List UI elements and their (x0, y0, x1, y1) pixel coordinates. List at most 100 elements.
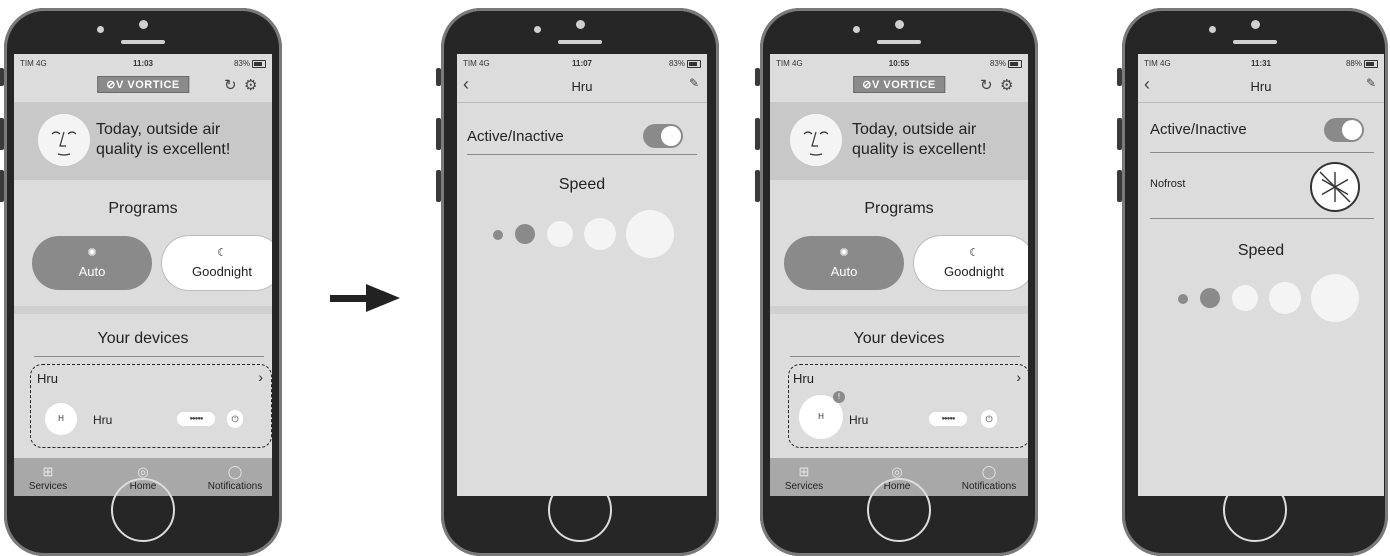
air-quality-banner: Today, outside air quality is excellent! (14, 102, 272, 180)
services-icon: ⊞ (798, 464, 810, 479)
brand-logo: ⊘V VORTICE (97, 76, 189, 93)
fan-icon: ✺ (87, 247, 97, 259)
edit-icon[interactable]: ✎ (1366, 76, 1376, 90)
avatar-letter: H (58, 414, 64, 423)
header-divider (1138, 102, 1384, 103)
device-card[interactable]: Hru › H Hru ●●●●● ⏻ (30, 364, 272, 448)
speaker (558, 40, 602, 44)
sensor (1209, 26, 1216, 33)
speed-level-4[interactable] (584, 218, 616, 250)
side-button (755, 170, 760, 202)
program-goodnight-button[interactable]: ☾ Goodnight (162, 236, 272, 290)
divider (790, 356, 1020, 357)
program-goodnight-button[interactable]: ☾ Goodnight (914, 236, 1028, 290)
chevron-right-icon[interactable]: › (1016, 369, 1021, 385)
speed-level-5[interactable] (626, 210, 674, 258)
speed-level-3[interactable] (547, 221, 573, 247)
app-bar: ⊘V VORTICE ↻ ⚙ (14, 72, 272, 102)
settings-icon[interactable]: ⚙ (1000, 76, 1013, 94)
program-auto-button[interactable]: ✺ Auto (32, 236, 152, 290)
battery: 83% (990, 59, 1022, 68)
refresh-icon[interactable]: ↻ (224, 76, 237, 94)
status-bar: TIM 4G 11:31 88% (1138, 54, 1384, 72)
air-quality-text: Today, outside air quality is excellent! (852, 121, 987, 158)
right-arrow-icon (330, 295, 368, 302)
home-button[interactable] (1223, 478, 1287, 542)
toggle-knob (661, 126, 681, 146)
home-button[interactable] (867, 478, 931, 542)
speed-level-2[interactable] (515, 224, 535, 244)
speaker (1233, 40, 1277, 44)
camera (1251, 20, 1260, 29)
moon-icon: ☾ (969, 247, 979, 259)
speed-level-2[interactable] (1200, 288, 1220, 308)
app-bar: ⊘V VORTICE ↻ ⚙ (770, 72, 1028, 102)
speed-level-4[interactable] (1269, 282, 1301, 314)
battery-icon (1008, 59, 1022, 68)
battery-percent: 83% (233, 59, 250, 68)
camera (895, 20, 904, 29)
speed-level-1[interactable] (1178, 294, 1188, 304)
device-name: Hru (93, 413, 113, 427)
edit-icon[interactable]: ✎ (689, 76, 699, 90)
tab-notifications[interactable]: ◯ Notifications (954, 464, 1024, 492)
speed-indicator: ●●●●● (177, 412, 215, 426)
battery: 88% (1346, 59, 1378, 68)
side-button (436, 118, 441, 150)
devices-title: Your devices (97, 330, 189, 347)
side-button (755, 118, 760, 150)
speaker (121, 40, 165, 44)
status-bar: TIM 4G 11:07 83% (457, 54, 707, 72)
battery-percent: 83% (668, 59, 685, 68)
air-quality-banner: Today, outside air quality is excellent! (770, 102, 1028, 180)
active-toggle[interactable] (643, 124, 683, 148)
brand-logo: ⊘V VORTICE (853, 76, 945, 93)
program-label: Goodnight (192, 264, 252, 279)
device-card[interactable]: Hru › H ! Hru ●●●●● ⏻ (788, 364, 1028, 448)
brand-name: VORTICE (127, 79, 180, 91)
home-button[interactable] (111, 478, 175, 542)
speed-title: Speed (558, 176, 606, 193)
program-label: Auto (830, 264, 858, 279)
divider (467, 154, 697, 155)
home-button[interactable] (548, 478, 612, 542)
settings-icon[interactable]: ⚙ (244, 76, 257, 94)
speed-level-3[interactable] (1232, 285, 1258, 311)
alert-badge: ! (833, 391, 845, 403)
side-button (1117, 68, 1122, 86)
toggle-knob (1342, 120, 1362, 140)
speed-level-5[interactable] (1311, 274, 1359, 322)
sensor (97, 26, 104, 33)
screen-device-detail-nofrost: TIM 4G 11:31 88% ‹ Hru ✎ Active/Inactive… (1138, 54, 1384, 496)
power-icon[interactable]: ⏻ (981, 410, 997, 428)
tab-notifications[interactable]: ◯ Notifications (200, 464, 270, 492)
brand-name: VORTICE (883, 79, 936, 91)
chevron-right-icon[interactable]: › (258, 369, 263, 385)
refresh-icon[interactable]: ↻ (980, 76, 993, 94)
alert-symbol: ! (837, 392, 841, 401)
nofrost-icon[interactable] (1310, 162, 1360, 212)
page-title: Hru (1250, 79, 1272, 94)
side-button (0, 68, 4, 86)
speed-level-1[interactable] (493, 230, 503, 240)
battery-percent: 83% (989, 59, 1006, 68)
power-icon[interactable]: ⏻ (227, 410, 243, 428)
phone-1: TIM 4G 11:03 83% ⊘V VORTICE ↻ ⚙ Today, o… (0, 8, 282, 556)
program-auto-button[interactable]: ✺ Auto (784, 236, 904, 290)
tab-services[interactable]: ⊞ Services (20, 464, 76, 492)
side-button (436, 68, 441, 86)
tab-services[interactable]: ⊞ Services (776, 464, 832, 492)
devices-title: Your devices (853, 330, 945, 347)
side-button (436, 170, 441, 202)
page-title: Hru (571, 79, 593, 94)
device-group-label: Hru (793, 371, 814, 386)
screen-home-alert: TIM 4G 10:55 83% ⊘V VORTICE ↻ ⚙ Today, o… (770, 54, 1028, 496)
active-toggle[interactable] (1324, 118, 1364, 142)
status-bar: TIM 4G 11:03 83% (14, 54, 272, 72)
phone-2: TIM 4G 11:07 83% ‹ Hru ✎ Active/Inactive… (436, 8, 719, 556)
phone-3: TIM 4G 10:55 83% ⊘V VORTICE ↻ ⚙ Today, o… (755, 8, 1038, 556)
device-avatar: H (45, 403, 77, 435)
divider (1150, 218, 1374, 219)
services-icon: ⊞ (42, 464, 54, 479)
nofrost-label: Nofrost (1150, 178, 1186, 190)
